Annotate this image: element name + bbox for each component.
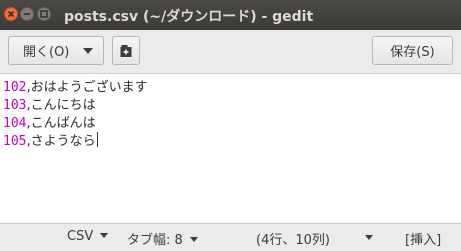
- new-document-button[interactable]: [112, 36, 140, 65]
- title-bar: posts.csv (~/ダウンロード) - gedit: [0, 0, 461, 31]
- window-title: posts.csv (~/ダウンロード) - gedit: [64, 9, 314, 25]
- chevron-down-icon: [83, 48, 93, 54]
- cursor-position: (4行、10列): [256, 233, 330, 248]
- new-document-icon: [120, 44, 132, 57]
- save-button[interactable]: 保存(S): [372, 36, 453, 65]
- maximize-icon: [40, 10, 48, 18]
- line-number: 105: [3, 134, 27, 149]
- maximize-window-button[interactable]: [37, 7, 51, 21]
- editor-line: 104,こんばんは: [3, 112, 96, 131]
- line-text: ,こんにちは: [26, 98, 96, 113]
- insert-mode-indicator[interactable]: [挿入]: [405, 229, 441, 248]
- line-number: 102: [3, 80, 27, 95]
- header-toolbar: 開く(O) 保存(S): [0, 30, 461, 74]
- editor-line: 105,さようなら: [3, 130, 98, 149]
- open-button-label: 開く(O): [23, 45, 70, 60]
- close-window-button[interactable]: [4, 7, 18, 21]
- language-selector[interactable]: CSV: [67, 229, 108, 244]
- line-text: ,おはようございます: [26, 80, 148, 95]
- line-text: ,こんばんは: [26, 116, 96, 131]
- editor-line: 102,おはようございます: [3, 76, 148, 95]
- text-editor[interactable]: 102,おはようございます 103,こんにちは 104,こんばんは 105,さよ…: [0, 74, 461, 222]
- line-number: 103: [3, 98, 27, 113]
- close-icon: [7, 10, 15, 18]
- open-button[interactable]: 開く(O): [8, 36, 104, 65]
- save-button-label: 保存(S): [390, 45, 435, 60]
- editor-line: 103,こんにちは: [3, 94, 96, 113]
- text-cursor: [96, 132, 98, 147]
- minimize-icon: [24, 13, 30, 15]
- tab-width-selector[interactable]: タブ幅: 8: [127, 229, 198, 248]
- line-number: 104: [3, 116, 27, 131]
- minimize-window-button[interactable]: [20, 7, 34, 21]
- chevron-down-icon[interactable]: [365, 235, 373, 240]
- line-text: ,さようなら: [26, 134, 96, 149]
- status-bar: CSV タブ幅: 8 (4行、10列) [挿入]: [0, 223, 461, 251]
